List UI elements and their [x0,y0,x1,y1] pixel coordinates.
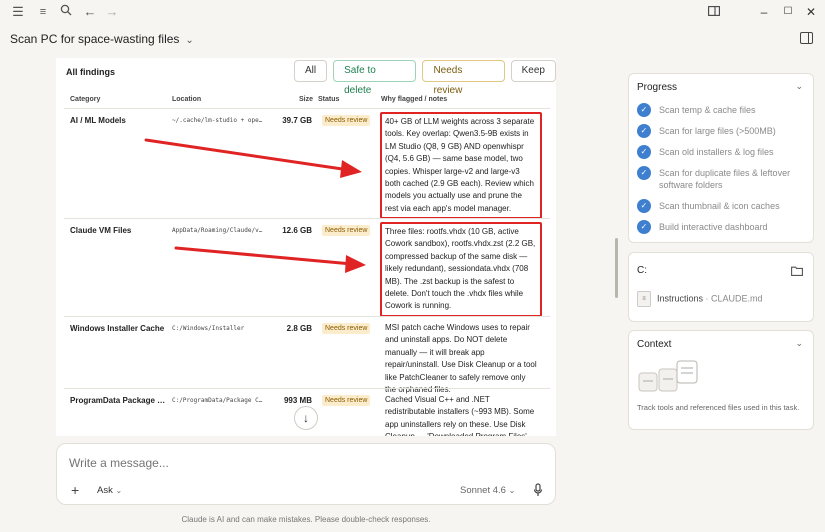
maximize-icon[interactable]: ☐ [780,4,796,20]
chevron-down-icon[interactable]: ⌄ [795,81,803,92]
findings-heading: All findings [66,67,115,77]
row-size: 12.6 GB [282,226,312,235]
file-name: Instructions [657,293,704,304]
step-label: Scan old installers & log files [659,147,774,157]
scroll-down-button[interactable]: ↓ [294,406,318,430]
row-category: Windows Installer Cache [70,324,165,333]
table-row[interactable]: Windows Installer Cache C:/Windows/Insta… [64,316,550,394]
table-row[interactable]: Claude VM Files AppData/Roaming/Claude/v… [64,218,550,317]
check-icon: ✓ [637,103,651,117]
add-attachment-icon[interactable]: + [71,482,79,498]
row-category: AI / ML Models [70,116,126,125]
filter-needs-review-button[interactable]: Needs review [422,60,505,96]
filter-all-button[interactable]: All [294,60,328,82]
column-header-status: Status [318,96,340,103]
check-icon: ✓ [637,166,651,180]
context-illustration-icon [638,360,698,392]
step-label: Scan for duplicate files & leftover soft… [659,168,791,190]
table-row[interactable]: AI / ML Models ~/.cache/lm-studio + ope…… [64,108,550,220]
drive-title: C: [637,265,647,276]
row-location: C:/ProgramData/Package C… [172,397,263,404]
filter-safe-button[interactable]: Safe to delete [333,60,417,96]
chevron-down-icon: ⌄ [185,35,194,46]
progress-card: Progress ⌄ ✓ Scan temp & cache files ✓ Sca… [628,73,814,243]
folder-icon[interactable] [791,263,803,281]
findings-dashboard: All findings All Safe to delete Needs re… [56,58,556,436]
model-label: Sonnet 4.6 [460,485,506,496]
search-icon[interactable] [58,4,74,20]
row-size: 993 MB [283,396,312,405]
row-notes: 40+ GB of LLM weights across 3 separate … [380,112,542,220]
progress-step: ✓ Scan for duplicate files & leftover sof… [637,166,807,192]
row-category: ProgramData Package … [70,396,166,405]
forward-arrow-icon[interactable]: → [104,4,120,20]
progress-step: ✓ Build interactive dashboard [637,220,807,234]
context-title: Context [637,339,672,350]
scrollbar[interactable] [615,238,618,298]
microphone-icon[interactable] [533,483,543,497]
row-notes: Cached Visual C++ and .NET redistributab… [385,395,535,436]
chat-title[interactable]: Scan PC for space-wasting files ⌄ [10,32,194,46]
file-reference: CLAUDE.md [711,293,763,304]
progress-step: ✓ Scan temp & cache files [637,103,807,117]
context-card: Context ⌄ Track tools and referenced fil… [628,330,814,430]
layout-icon[interactable] [706,4,722,20]
chevron-down-icon[interactable]: ⌄ [795,338,803,349]
column-header-size: Size [299,96,314,103]
row-category: Claude VM Files [70,226,132,235]
minimize-icon[interactable]: – [756,4,772,20]
drive-card: C: ≡ Instructions · CLAUDE.md [628,252,814,322]
mode-label: Ask [97,485,113,496]
file-item[interactable]: ≡ Instructions · CLAUDE.md [637,291,763,307]
menu-icon[interactable]: ☰ [10,4,26,20]
title-bar: ☰ ≡ ← → – ☐ ✕ [0,0,825,24]
row-notes: MSI patch cache Windows uses to repair a… [385,323,537,395]
check-icon: ✓ [637,145,651,159]
model-selector[interactable]: Sonnet 4.6 ⌄ [460,485,515,496]
file-separator: · [703,293,712,304]
back-arrow-icon[interactable]: ← [82,4,98,20]
close-icon[interactable]: ✕ [803,4,819,20]
row-notes: Three files: rootfs.vhdx (10 GB, active … [380,222,542,317]
row-location: ~/.cache/lm-studio + ope… [172,117,263,124]
step-label: Scan temp & cache files [659,105,756,115]
mode-selector[interactable]: Ask ⌄ [97,485,122,496]
column-header-category: Category [70,96,101,103]
file-icon: ≡ [637,291,651,307]
check-icon: ✓ [637,199,651,213]
chevron-down-icon: ⌄ [508,486,516,495]
step-label: Build interactive dashboard [659,222,768,232]
row-location: C:/Windows/Installer [172,325,245,332]
filter-bar: All Safe to delete Needs review Keep [294,60,556,96]
step-label: Scan for large files (>500MB) [659,126,776,136]
disclaimer: Claude is AI and can make mistakes. Plea… [181,515,431,524]
message-composer: + Ask ⌄ Sonnet 4.6 ⌄ [56,443,556,505]
status-badge: Needs review [322,395,371,406]
chevron-down-icon: ⌄ [115,486,123,495]
column-header-notes: Why flagged / notes [381,96,448,103]
status-badge: Needs review [322,115,371,126]
progress-step: ✓ Scan thumbnail & icon caches [637,199,807,213]
status-badge: Needs review [322,225,371,236]
panel-toggle-icon[interactable] [800,32,813,44]
row-size: 39.7 GB [282,116,312,125]
step-label: Scan thumbnail & icon caches [659,201,780,211]
column-header-location: Location [172,96,202,103]
progress-title: Progress [637,82,678,93]
row-size: 2.8 GB [286,324,312,333]
check-icon: ✓ [637,220,651,234]
message-input[interactable] [69,456,539,470]
check-icon: ✓ [637,124,651,138]
progress-step: ✓ Scan for large files (>500MB) [637,124,807,138]
status-badge: Needs review [322,323,371,334]
chat-title-text: Scan PC for space-wasting files [10,32,180,46]
progress-step: ✓ Scan old installers & log files [637,145,807,159]
filter-keep-button[interactable]: Keep [510,60,556,82]
sidebar-icon[interactable]: ≡ [35,4,51,20]
context-description: Track tools and referenced files used in… [637,403,800,412]
row-location: AppData/Roaming/Claude/v… [172,227,263,234]
